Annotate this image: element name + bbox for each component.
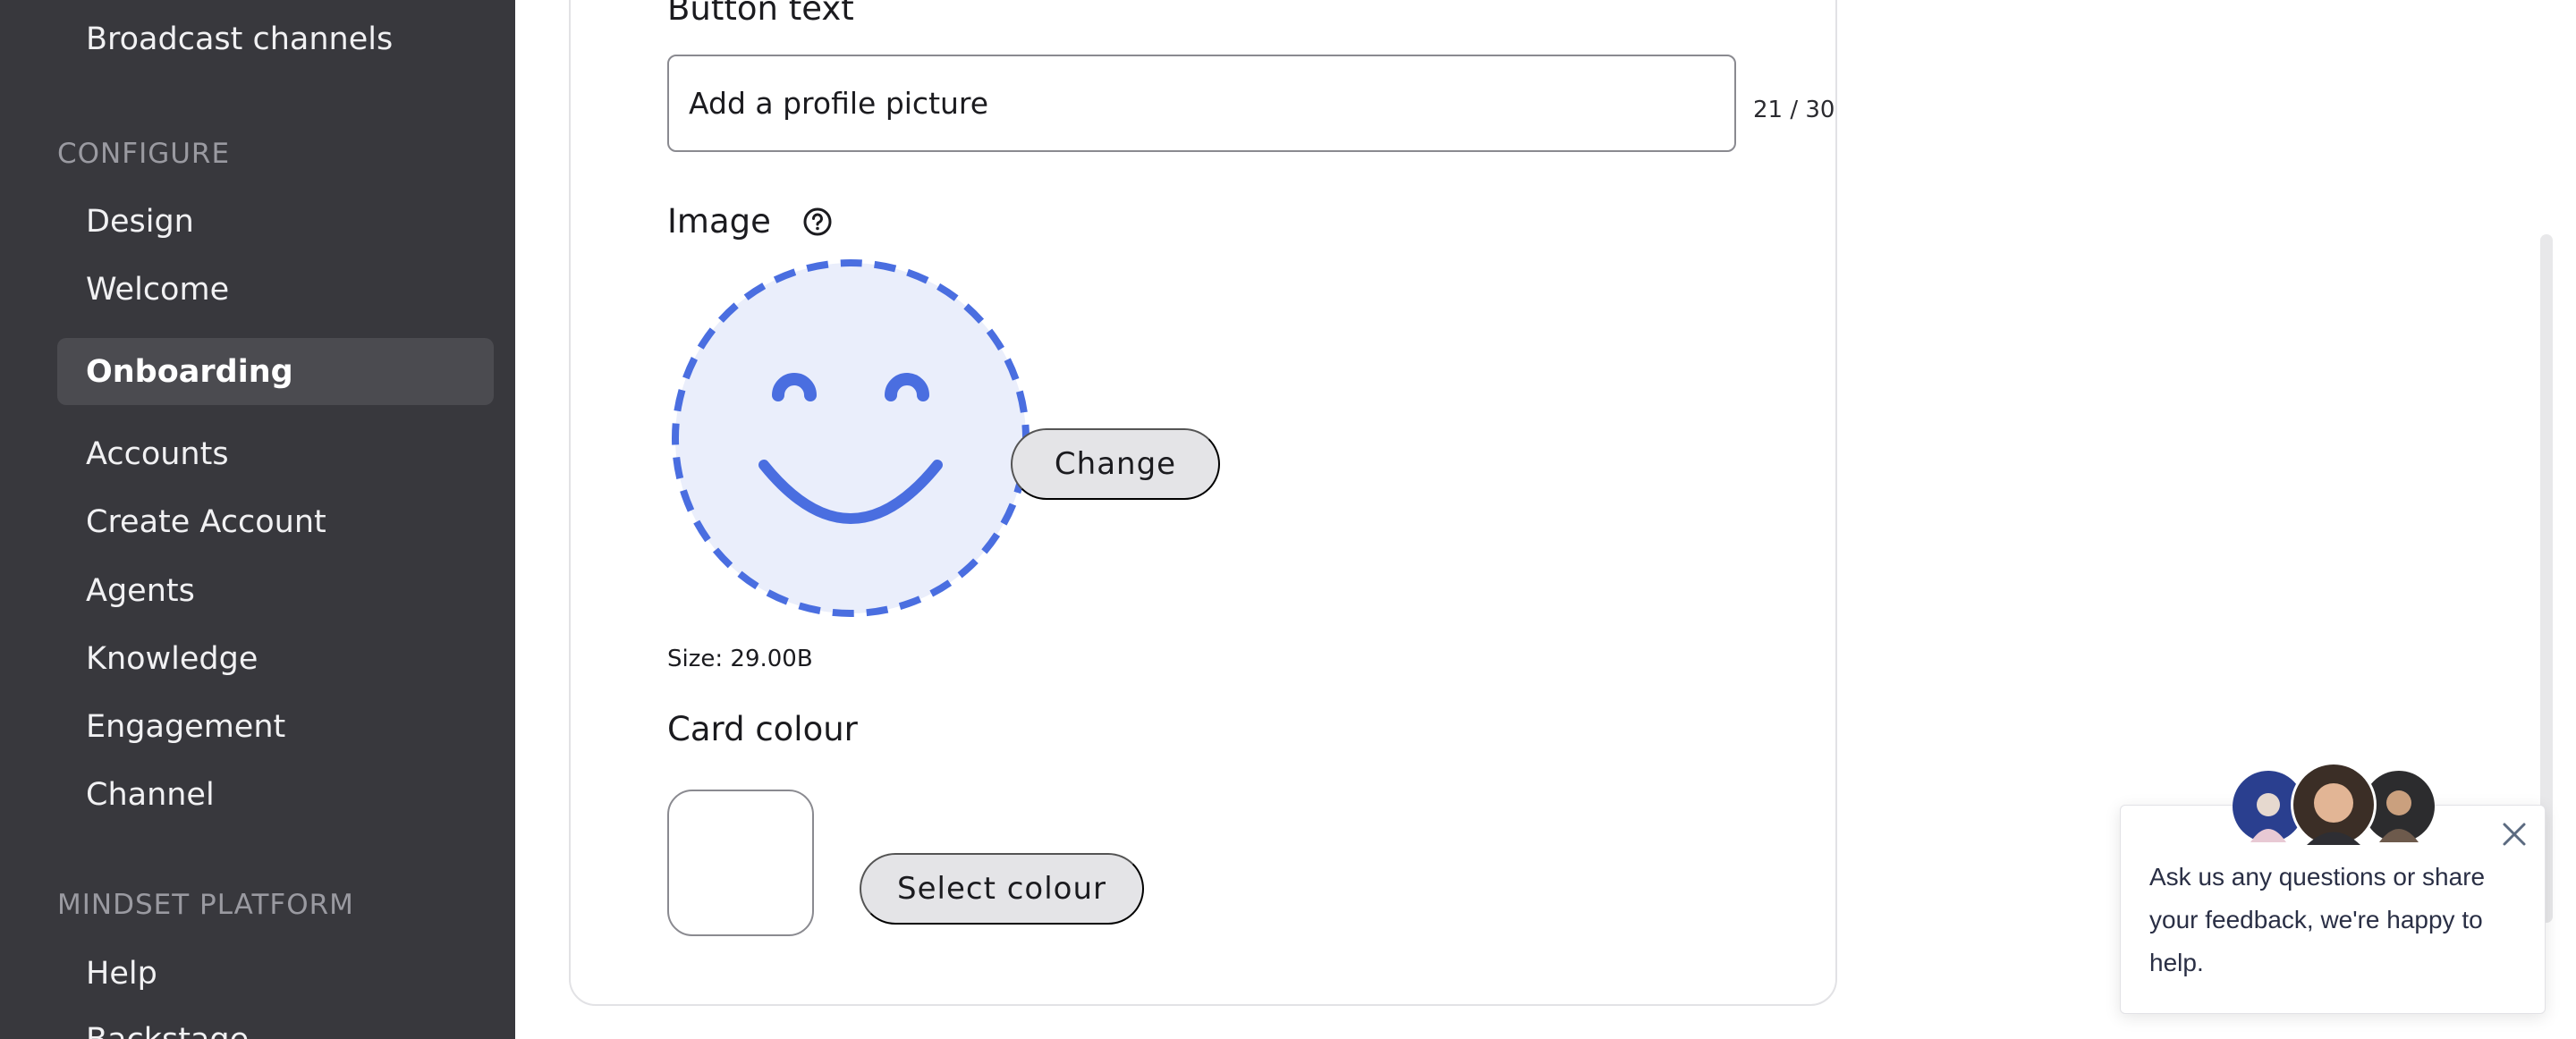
image-size-text: Size: 29.00B <box>667 646 813 672</box>
close-icon[interactable] <box>2499 819 2529 849</box>
card-colour-label: Card colour <box>667 710 858 748</box>
sidebar-item-welcome[interactable]: Welcome <box>86 272 229 308</box>
select-colour-button[interactable]: Select colour <box>860 853 1144 925</box>
card-colour-swatch[interactable] <box>667 790 814 936</box>
onboarding-card-editor: Button text 21 / 30 Image Change Size: 2… <box>569 0 1837 1006</box>
smiley-face-icon <box>672 259 1030 617</box>
sidebar-item-help[interactable]: Help <box>86 956 157 992</box>
app-root: Broadcast channels CONFIGURE Design Welc… <box>0 0 2576 1039</box>
change-image-button[interactable]: Change <box>1011 428 1220 500</box>
image-label: Image <box>667 202 771 241</box>
sidebar-item-engagement[interactable]: Engagement <box>86 709 285 745</box>
sidebar-item-agents[interactable]: Agents <box>86 573 195 609</box>
sidebar-item-onboarding-label: Onboarding <box>86 354 293 390</box>
sidebar: Broadcast channels CONFIGURE Design Welc… <box>0 0 515 1039</box>
support-avatar-2 <box>2291 762 2377 848</box>
button-text-char-counter: 21 / 30 <box>1753 97 1835 123</box>
sidebar-section-mindset-platform: MINDSET PLATFORM <box>57 889 354 921</box>
button-text-input[interactable] <box>667 55 1736 152</box>
sidebar-item-broadcast-channels[interactable]: Broadcast channels <box>86 21 393 57</box>
button-text-label: Button text <box>667 0 854 28</box>
sidebar-item-channel[interactable]: Channel <box>86 777 215 813</box>
chat-widget-message: Ask us any questions or share your feedb… <box>2149 863 2486 976</box>
support-team-avatars <box>2233 762 2435 848</box>
sidebar-item-design[interactable]: Design <box>86 204 194 240</box>
sidebar-item-onboarding[interactable]: Onboarding <box>57 338 494 405</box>
sidebar-item-backstage[interactable]: Backstage <box>86 1022 249 1039</box>
sidebar-item-accounts[interactable]: Accounts <box>86 436 229 472</box>
sidebar-section-configure: CONFIGURE <box>57 138 231 170</box>
sidebar-item-create-account[interactable]: Create Account <box>86 504 326 540</box>
question-circle-icon[interactable] <box>802 207 833 237</box>
sidebar-item-knowledge[interactable]: Knowledge <box>86 641 258 677</box>
